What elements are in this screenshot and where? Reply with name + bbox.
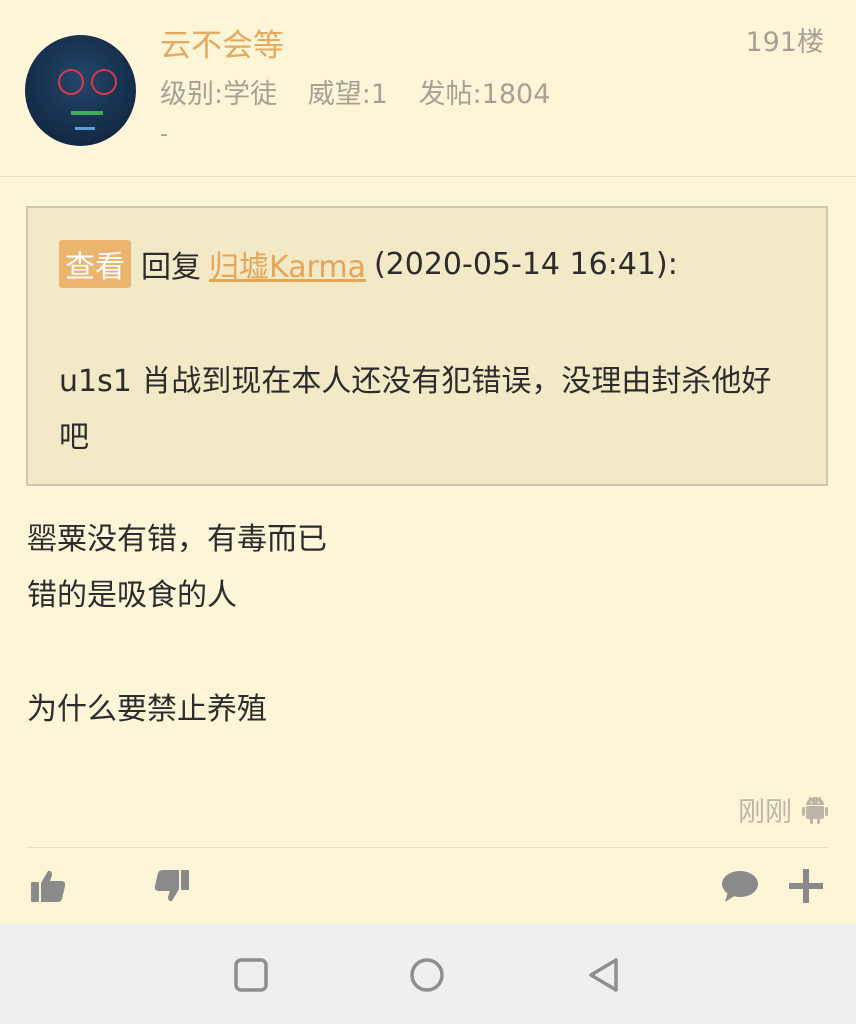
post-header: 云不会等 级别:学徒 威望:1 发帖:1804 - 191楼 xyxy=(0,0,856,176)
reply-prefix: 回复 xyxy=(141,250,201,285)
content-line: 错的是吸食的人 xyxy=(27,578,237,613)
user-info: 级别:学徒 威望:1 发帖:1804 xyxy=(160,72,572,111)
username[interactable]: 云不会等 xyxy=(160,20,284,65)
floor-number: 191楼 xyxy=(745,27,824,58)
divider xyxy=(0,176,856,177)
plus-icon[interactable] xyxy=(786,866,826,906)
square-icon[interactable] xyxy=(231,955,271,995)
quote-box: 查看 回复 归墟Karma (2020-05-14 16:41): u1s1 肖… xyxy=(26,206,828,486)
post-time-label: 刚刚 xyxy=(738,797,792,828)
content-line: 罂粟没有错，有毒而已 xyxy=(27,522,327,557)
quoted-time: (2020-05-14 16:41): xyxy=(373,246,678,282)
thumbs-up-icon[interactable] xyxy=(28,866,68,906)
android-icon xyxy=(802,796,828,824)
avatar-graphic xyxy=(71,111,103,115)
circle-icon[interactable] xyxy=(407,955,447,995)
view-quote-button[interactable]: 查看 xyxy=(59,240,131,288)
avatar[interactable] xyxy=(25,35,136,146)
user-post-count: 发帖:1804 xyxy=(418,79,551,110)
user-level: 级别:学徒 xyxy=(160,79,278,110)
avatar-graphic xyxy=(75,127,95,130)
thumbs-down-icon[interactable] xyxy=(152,866,192,906)
user-signature: - xyxy=(160,122,168,147)
quote-text: u1s1 肖战到现在本人还没有犯错误，没理由封杀他好吧 xyxy=(59,364,772,455)
post-content: 罂粟没有错，有毒而已 错的是吸食的人 为什么要禁止养殖 xyxy=(27,512,827,738)
avatar-graphic xyxy=(58,69,84,95)
avatar-graphic xyxy=(91,69,117,95)
comment-icon[interactable] xyxy=(720,866,760,906)
content-line: 为什么要禁止养殖 xyxy=(27,692,267,727)
user-prestige: 威望:1 xyxy=(307,79,388,110)
quote-header: 查看 回复 归墟Karma (2020-05-14 16:41): xyxy=(59,240,678,288)
post-time: 刚刚 xyxy=(738,790,828,829)
quoted-user-link[interactable]: 归墟Karma xyxy=(209,242,366,286)
divider xyxy=(26,847,828,848)
triangle-back-icon[interactable] xyxy=(583,955,623,995)
content-spacer xyxy=(27,624,827,682)
system-navbar xyxy=(0,924,856,1024)
